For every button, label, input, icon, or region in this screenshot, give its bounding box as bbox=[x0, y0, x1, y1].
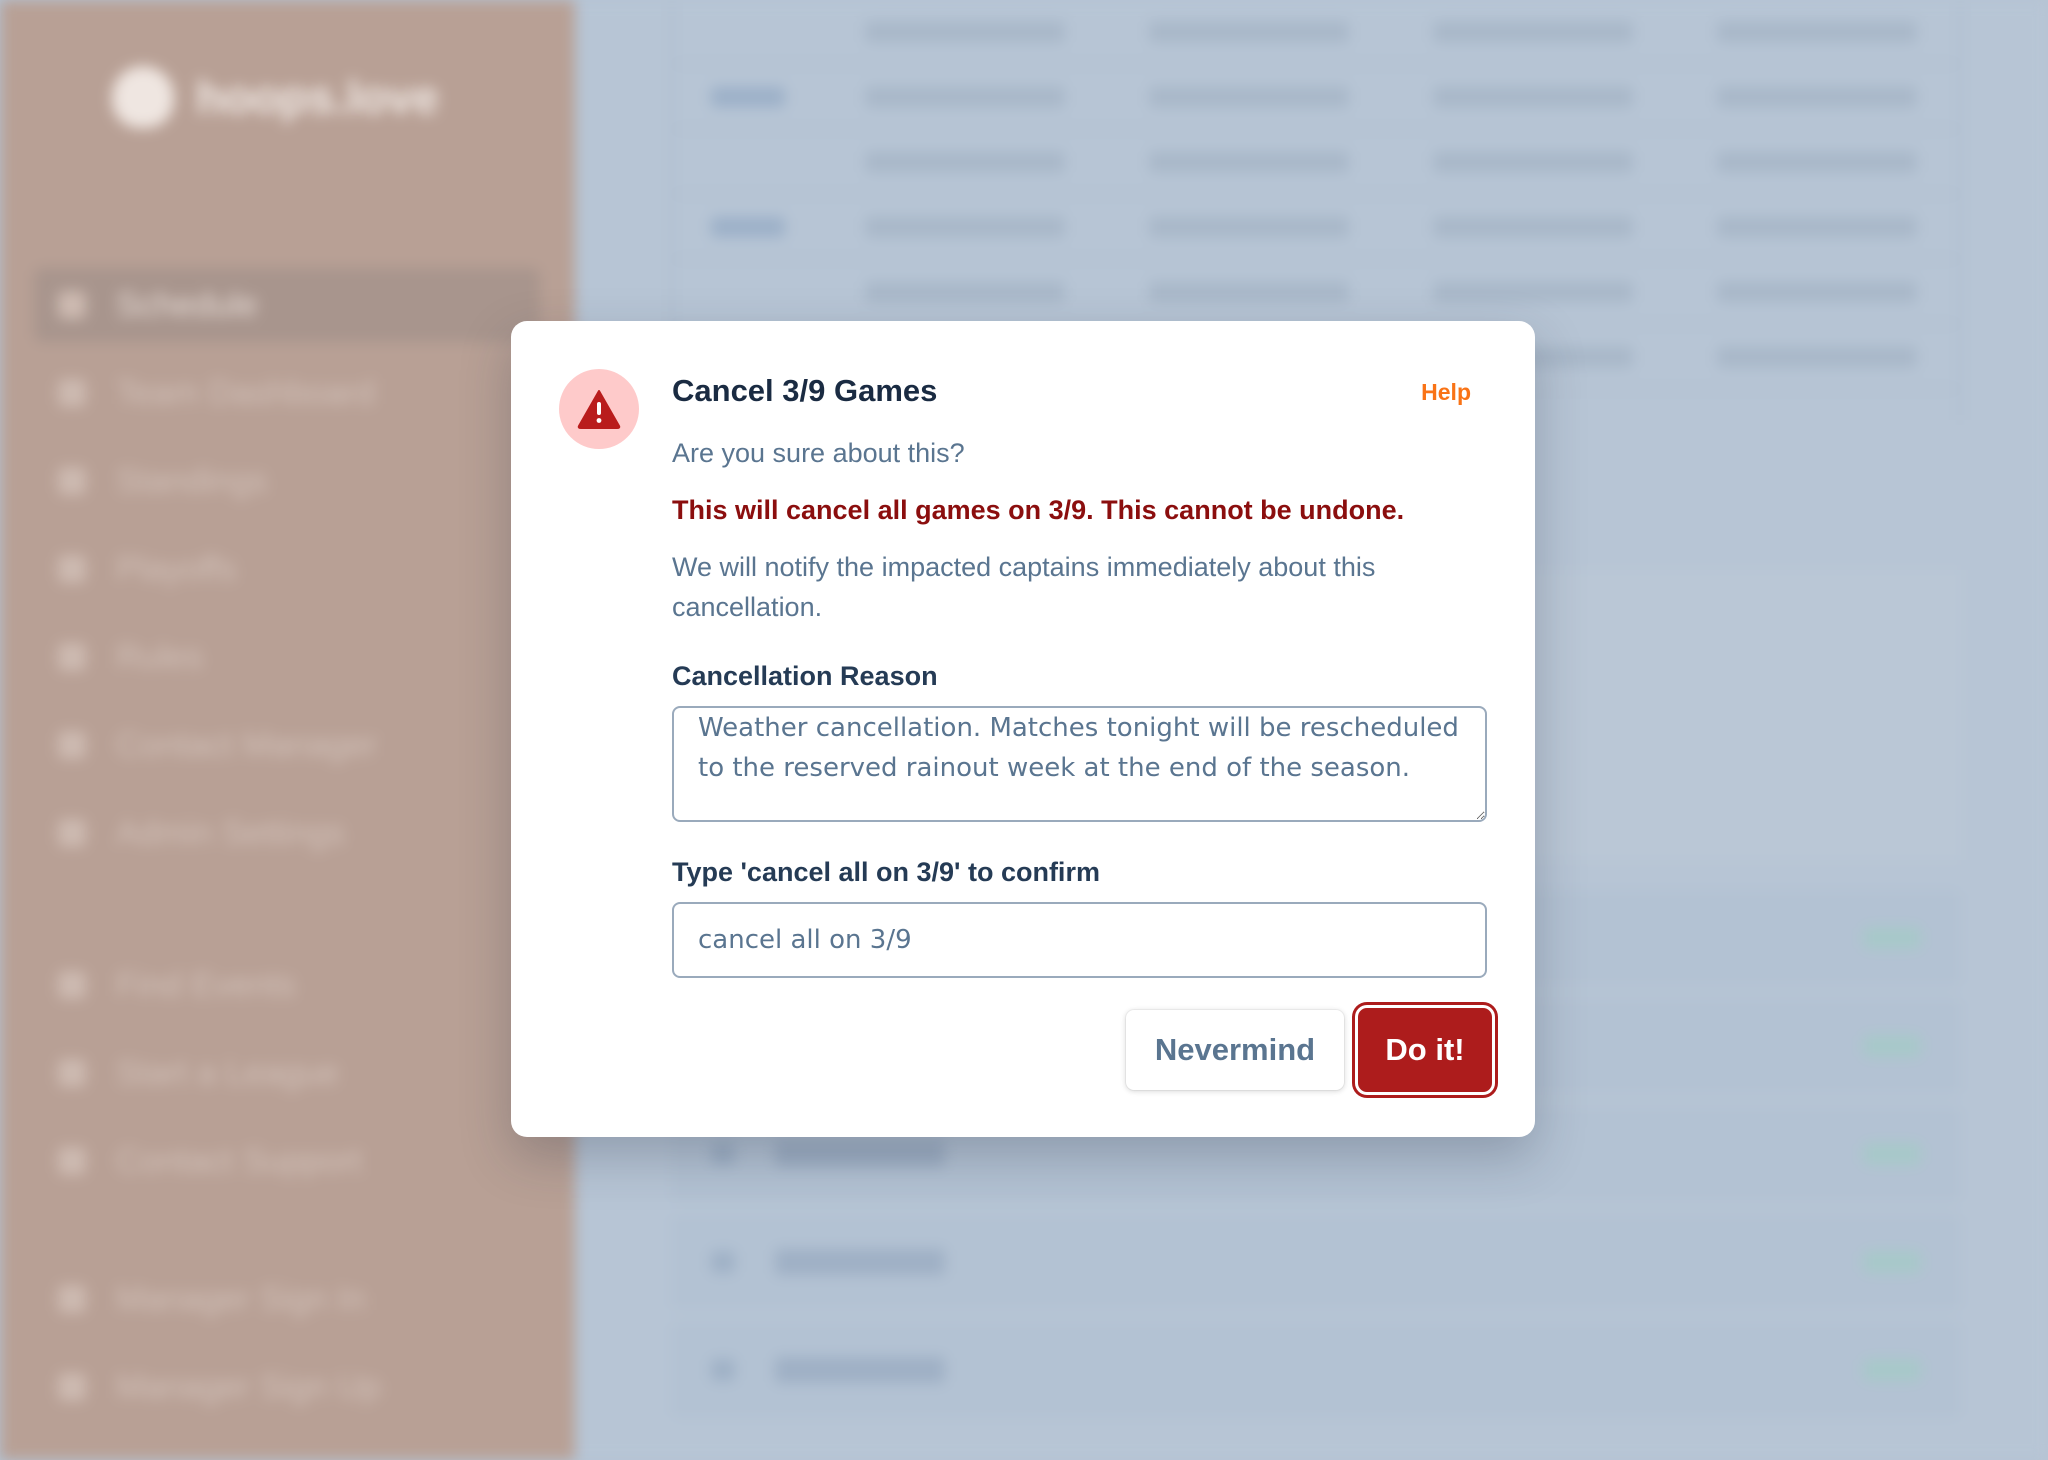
warning-triangle-icon bbox=[577, 390, 621, 429]
sidebar-item-manager-sign-up[interactable]: Manager Sign Up bbox=[34, 1350, 540, 1424]
user-plus-icon bbox=[58, 1373, 86, 1401]
sidebar-item-standings[interactable]: Standings bbox=[34, 444, 540, 518]
dialog-title: Cancel 3/9 Games bbox=[672, 373, 938, 408]
nevermind-button[interactable]: Nevermind bbox=[1126, 1010, 1344, 1090]
sidebar-item-start-league[interactable]: Start a League bbox=[34, 1036, 540, 1110]
irreversible-warning: This will cancel all games on 3/9. This … bbox=[672, 495, 1405, 525]
table-row bbox=[673, 0, 1959, 65]
sidebar-item-label: Find Events bbox=[116, 965, 296, 1004]
sidebar-item-team-dashboard[interactable]: Team Dashboard bbox=[34, 356, 540, 430]
sidebar-item-manager-sign-in[interactable]: Manager Sign In bbox=[34, 1262, 540, 1336]
cancellation-reason-label: Cancellation Reason bbox=[672, 661, 938, 691]
mail-icon bbox=[58, 731, 86, 759]
table-row bbox=[673, 195, 1959, 260]
do-it-button[interactable]: Do it! bbox=[1355, 1005, 1495, 1095]
sidebar-item-rules[interactable]: Rules bbox=[34, 620, 540, 694]
confirm-phrase-label: Type 'cancel all on 3/9' to confirm bbox=[672, 857, 1100, 887]
team-icon bbox=[58, 379, 86, 407]
trophy-icon bbox=[58, 555, 86, 583]
sidebar-nav: Schedule Team Dashboard Standings Playof… bbox=[34, 268, 540, 884]
sidebar-item-schedule[interactable]: Schedule bbox=[34, 268, 540, 342]
sidebar-item-label: Contact Manager bbox=[116, 725, 377, 764]
sidebar-nav-auth: Manager Sign In Manager Sign Up bbox=[34, 1262, 540, 1438]
sidebar-item-label: Manager Sign In bbox=[116, 1279, 366, 1318]
login-icon bbox=[58, 1285, 86, 1313]
dialog-body: Are you sure about this? This will cance… bbox=[672, 435, 1472, 627]
book-icon bbox=[58, 643, 86, 671]
sidebar-nav-secondary: Find Events Start a League Contact Suppo… bbox=[34, 948, 540, 1212]
help-link[interactable]: Help bbox=[1421, 379, 1471, 406]
cancellation-reason-textarea[interactable]: Weather cancellation. Matches tonight wi… bbox=[672, 706, 1487, 822]
app-logo[interactable]: hoops.love bbox=[112, 66, 439, 128]
app-root: hoops.love Schedule Team Dashboard Stand… bbox=[0, 0, 2048, 1460]
sidebar-item-contact-support[interactable]: Contact Support bbox=[34, 1124, 540, 1198]
app-name: hoops.love bbox=[196, 71, 439, 123]
sidebar-item-label: Standings bbox=[116, 461, 268, 500]
chart-icon bbox=[58, 467, 86, 495]
confirm-phrase-input[interactable] bbox=[672, 902, 1487, 978]
list-item bbox=[671, 1214, 1961, 1310]
notification-notice: We will notify the impacted captains imm… bbox=[672, 552, 1376, 622]
sidebar-item-label: Schedule bbox=[116, 285, 258, 324]
sidebar-item-playoffs[interactable]: Playoffs bbox=[34, 532, 540, 606]
sidebar: hoops.love Schedule Team Dashboard Stand… bbox=[0, 0, 575, 1460]
dialog-subtitle: Are you sure about this? bbox=[672, 438, 965, 468]
heart-logo-icon bbox=[112, 66, 174, 128]
sidebar-item-admin-settings[interactable]: Admin Settings bbox=[34, 796, 540, 870]
sidebar-item-label: Contact Support bbox=[116, 1141, 362, 1180]
sidebar-item-label: Team Dashboard bbox=[116, 373, 375, 412]
help-icon bbox=[58, 1147, 86, 1175]
warning-badge bbox=[559, 369, 639, 449]
sidebar-item-label: Manager Sign Up bbox=[116, 1367, 381, 1406]
sidebar-item-label: Rules bbox=[116, 637, 203, 676]
plus-icon bbox=[58, 1059, 86, 1087]
sidebar-item-contact-manager[interactable]: Contact Manager bbox=[34, 708, 540, 782]
sidebar-item-find-events[interactable]: Find Events bbox=[34, 948, 540, 1022]
calendar-icon bbox=[58, 291, 86, 319]
cancel-games-dialog: Cancel 3/9 Games Help Are you sure about… bbox=[511, 321, 1535, 1137]
table-row bbox=[673, 260, 1959, 325]
table-row bbox=[673, 65, 1959, 130]
list-item bbox=[671, 1322, 1961, 1418]
sidebar-item-label: Admin Settings bbox=[116, 813, 345, 852]
table-row bbox=[673, 130, 1959, 195]
sidebar-item-label: Start a League bbox=[116, 1053, 340, 1092]
sidebar-item-label: Playoffs bbox=[116, 549, 237, 588]
shield-icon bbox=[58, 819, 86, 847]
search-icon bbox=[58, 971, 86, 999]
